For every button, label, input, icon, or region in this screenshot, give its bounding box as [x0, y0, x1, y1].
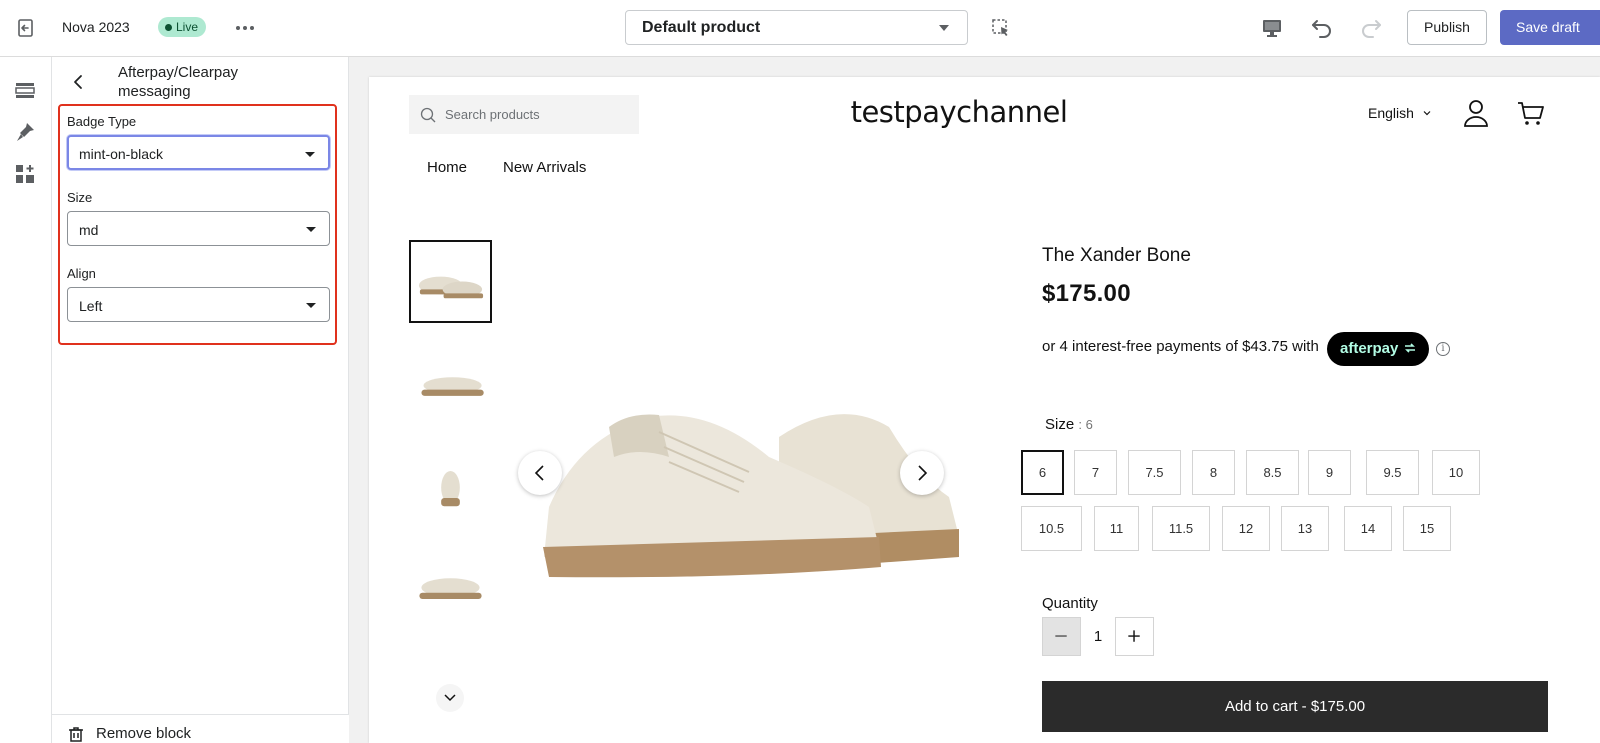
block-settings-panel: Afterpay/Clearpay messaging Badge Type m… — [52, 57, 349, 743]
thumbnails-scroll-down-button[interactable] — [436, 684, 464, 712]
save-draft-button[interactable]: Save draft — [1500, 10, 1600, 45]
publish-button[interactable]: Publish — [1407, 10, 1487, 45]
size-option[interactable]: 11 — [1094, 506, 1139, 551]
editor-sidebar-rail — [0, 57, 52, 743]
store-search-input[interactable]: Search products — [409, 95, 639, 134]
size-option[interactable]: 7 — [1074, 450, 1117, 495]
live-dot-icon — [165, 23, 172, 31]
remove-block-label: Remove block — [96, 725, 192, 742]
search-icon — [420, 107, 436, 123]
product-thumbnail[interactable] — [409, 444, 492, 527]
size-option[interactable]: 13 — [1281, 506, 1329, 551]
size-option[interactable]: 14 — [1344, 506, 1392, 551]
caret-down-icon — [306, 227, 316, 232]
size-option[interactable]: 11.5 — [1152, 506, 1210, 551]
badge-type-value: mint-on-black — [79, 146, 164, 162]
more-icon[interactable] — [232, 17, 258, 39]
plus-icon — [1128, 630, 1140, 642]
exit-icon[interactable] — [16, 17, 38, 39]
quantity-label: Quantity — [1042, 595, 1098, 612]
chevron-left-icon — [534, 465, 544, 481]
size-option[interactable]: 12 — [1222, 506, 1270, 551]
size-option-name: Size — [1045, 416, 1075, 433]
remove-block-button[interactable]: Remove block — [68, 725, 191, 742]
redo-icon[interactable] — [1358, 15, 1384, 41]
align-label: Align — [67, 266, 96, 281]
quantity-increase-button[interactable] — [1115, 617, 1154, 656]
product-title: The Xander Bone — [1042, 245, 1191, 266]
store-logo-text[interactable]: testpaychannel — [829, 95, 1089, 129]
nav-link-new-arrivals[interactable]: New Arrivals — [503, 159, 586, 176]
align-value: Left — [79, 298, 103, 314]
language-label: English — [1368, 105, 1414, 121]
next-image-button[interactable] — [900, 451, 944, 495]
size-select[interactable]: md — [67, 211, 330, 246]
live-badge: Live — [158, 17, 207, 37]
size-option[interactable]: 7.5 — [1128, 450, 1181, 495]
align-select[interactable]: Left — [67, 287, 330, 322]
chevron-down-icon — [444, 694, 456, 702]
quantity-input[interactable]: 1 — [1081, 617, 1115, 656]
storefront-preview: Search products testpaychannel English H… — [369, 77, 1600, 743]
size-option[interactable]: 9 — [1308, 450, 1351, 495]
size-option[interactable]: 9.5 — [1366, 450, 1419, 495]
size-value: md — [79, 222, 99, 238]
size-label: Size — [67, 190, 93, 205]
trash-icon — [69, 726, 83, 742]
product-thumbnail[interactable] — [409, 240, 492, 323]
size-option[interactable]: 10.5 — [1021, 506, 1082, 551]
chevron-down-icon — [1423, 111, 1431, 116]
template-select[interactable]: Default product — [625, 10, 968, 45]
panel-footer: Remove block — [52, 714, 349, 743]
size-option-label: Size : 6 — [1045, 416, 1093, 433]
afterpay-message: or 4 interest-free payments of $43.75 wi… — [1042, 338, 1319, 355]
afterpay-arrows-icon — [1404, 343, 1415, 353]
afterpay-logo-text: afterpay — [1340, 340, 1399, 357]
info-icon[interactable]: i — [1436, 342, 1450, 356]
nav-link-home[interactable]: Home — [427, 159, 467, 176]
product-main-image — [539, 397, 959, 597]
size-option[interactable]: 8 — [1192, 450, 1235, 495]
template-select-value: Default product — [642, 19, 761, 36]
theme-name: Nova 2023 — [62, 19, 130, 35]
badge-type-label: Badge Type — [67, 114, 137, 129]
product-thumbnail[interactable] — [409, 344, 492, 427]
afterpay-badge[interactable]: afterpay — [1327, 332, 1429, 366]
editor-topbar: Nova 2023 Live Default product Publish S… — [0, 0, 1600, 57]
sections-icon[interactable] — [14, 79, 36, 101]
product-price: $175.00 — [1042, 280, 1131, 307]
size-option[interactable]: 8.5 — [1246, 450, 1299, 495]
back-arrow-icon[interactable] — [68, 71, 90, 93]
store-search-placeholder: Search products — [445, 107, 540, 122]
add-to-cart-button[interactable]: Add to cart - $175.00 — [1042, 681, 1548, 732]
size-option-value: : 6 — [1078, 417, 1093, 432]
account-icon[interactable] — [1462, 98, 1490, 128]
chevron-right-icon — [918, 465, 928, 481]
language-selector[interactable]: English — [1368, 105, 1432, 121]
size-option[interactable]: 10 — [1432, 450, 1480, 495]
quantity-decrease-button[interactable] — [1042, 617, 1081, 656]
live-badge-label: Live — [176, 20, 199, 34]
desktop-icon[interactable] — [1260, 16, 1284, 40]
panel-title: Afterpay/Clearpay messaging — [118, 64, 239, 100]
caret-down-icon — [305, 152, 315, 157]
size-option[interactable]: 15 — [1403, 506, 1451, 551]
previous-image-button[interactable] — [518, 451, 562, 495]
undo-icon[interactable] — [1309, 15, 1335, 41]
inspector-icon[interactable] — [990, 17, 1012, 39]
badge-type-select[interactable]: mint-on-black — [67, 135, 330, 170]
minus-icon — [1055, 635, 1067, 637]
size-option[interactable]: 6 — [1021, 450, 1064, 495]
cart-icon[interactable] — [1516, 98, 1546, 128]
caret-down-icon — [939, 25, 949, 31]
theme-settings-icon[interactable] — [14, 121, 36, 143]
caret-down-icon — [306, 303, 316, 308]
app-embeds-icon[interactable] — [14, 163, 36, 185]
product-thumbnail[interactable] — [409, 544, 492, 627]
